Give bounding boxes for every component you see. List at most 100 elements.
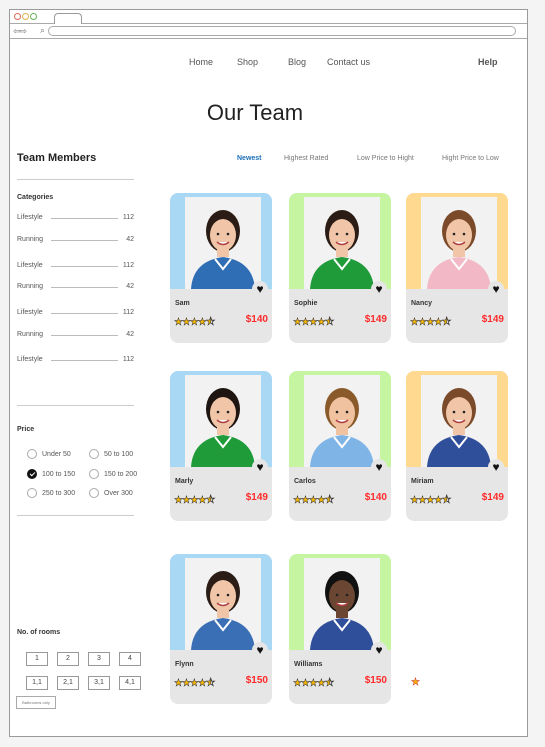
close-window-icon[interactable] bbox=[14, 13, 21, 20]
nav-shop-link[interactable]: Shop bbox=[237, 57, 258, 67]
category-count: 112 bbox=[122, 356, 134, 363]
rating-stars-icon: ★★★★⯪ bbox=[174, 495, 216, 507]
sort-newest[interactable]: Newest bbox=[237, 155, 262, 162]
category-item[interactable]: Running 42 bbox=[17, 331, 134, 341]
member-photo bbox=[421, 375, 497, 467]
radio-icon[interactable] bbox=[27, 488, 37, 498]
member-price: $150 bbox=[245, 675, 268, 686]
room-option-button[interactable]: 1,1 bbox=[26, 676, 48, 690]
person-illustration bbox=[421, 375, 497, 467]
member-photo bbox=[185, 558, 261, 650]
category-item[interactable]: Lifestyle 112 bbox=[17, 309, 134, 319]
team-member-card[interactable]: ♥ Sophie ★★★★⯪ $149 bbox=[289, 193, 391, 343]
radio-icon[interactable] bbox=[27, 449, 37, 459]
room-option-button[interactable]: 2 bbox=[57, 652, 79, 666]
price-option-label: Under 50 bbox=[42, 451, 71, 458]
person-illustration bbox=[304, 558, 380, 650]
member-price: $149 bbox=[481, 492, 504, 503]
rating-stars-icon: ★★★★⯪ bbox=[174, 317, 216, 329]
favorite-heart-icon[interactable]: ♥ bbox=[252, 281, 268, 297]
star-icon: ★ bbox=[411, 677, 420, 689]
team-member-card[interactable]: ♥ Carlos ★★★★⯪ $140 bbox=[289, 371, 391, 521]
nav-contact-link[interactable]: Contact us bbox=[327, 57, 370, 67]
member-photo bbox=[185, 197, 261, 289]
team-member-card[interactable]: ♥ Nancy ★★★★⯪ $149 bbox=[406, 193, 508, 343]
nav-blog-link[interactable]: Blog bbox=[288, 57, 306, 67]
radio-icon[interactable] bbox=[89, 449, 99, 459]
member-price: $140 bbox=[245, 314, 268, 325]
favorite-heart-icon[interactable]: ♥ bbox=[371, 281, 387, 297]
team-member-card[interactable]: ♥ Marly ★★★★⯪ $149 bbox=[170, 371, 272, 521]
favorite-heart-icon[interactable]: ♥ bbox=[252, 459, 268, 475]
member-price: $149 bbox=[364, 314, 387, 325]
favorite-heart-icon[interactable]: ♥ bbox=[488, 459, 504, 475]
nav-home-link[interactable]: Home bbox=[189, 57, 213, 67]
room-option-button[interactable]: 4 bbox=[119, 652, 141, 666]
sort-high-to-low[interactable]: Hight Price to Low bbox=[442, 155, 499, 162]
category-name: Lifestyle bbox=[17, 262, 43, 269]
person-illustration bbox=[421, 197, 497, 289]
minimize-window-icon[interactable] bbox=[22, 13, 29, 20]
category-name: Lifestyle bbox=[17, 356, 43, 363]
member-name: Marly bbox=[175, 478, 194, 485]
room-option-button[interactable]: 2,1 bbox=[57, 676, 79, 690]
rating-stars-icon: ★★★★⯪ bbox=[293, 317, 335, 329]
team-member-card[interactable]: ♥ Sam ★★★★⯪ $140 bbox=[170, 193, 272, 343]
person-illustration bbox=[185, 375, 261, 467]
category-item[interactable]: Lifestyle 112 bbox=[17, 262, 134, 272]
leader-line bbox=[51, 335, 118, 336]
room-option-button[interactable]: 1 bbox=[26, 652, 48, 666]
category-count: 42 bbox=[126, 331, 134, 338]
category-item[interactable]: Running 42 bbox=[17, 236, 134, 246]
back-forward-icon[interactable]: ⇦⇨ bbox=[13, 26, 27, 36]
help-link[interactable]: Help bbox=[478, 57, 498, 67]
maximize-window-icon[interactable] bbox=[30, 13, 37, 20]
team-member-card[interactable]: ♥ Williams ★★★★⯪ $150 bbox=[289, 554, 391, 704]
category-count: 42 bbox=[126, 236, 134, 243]
room-option-button[interactable]: 4,1 bbox=[119, 676, 141, 690]
favorite-heart-icon[interactable]: ♥ bbox=[488, 281, 504, 297]
category-item[interactable]: Running 42 bbox=[17, 283, 134, 293]
rating-stars-icon: ★★★★⯪ bbox=[174, 678, 216, 690]
price-option-label: 150 to 200 bbox=[104, 471, 138, 478]
url-input[interactable] bbox=[48, 26, 516, 36]
person-illustration bbox=[304, 197, 380, 289]
rating-stars-icon: ★★★★⯪ bbox=[293, 678, 335, 690]
category-name: Running bbox=[17, 331, 44, 338]
price-label: Price bbox=[17, 426, 35, 433]
team-member-card[interactable]: ♥ Flynn ★★★★⯪ $150 bbox=[170, 554, 272, 704]
bathrooms-only-button[interactable]: Bathrooms only bbox=[16, 696, 56, 709]
favorite-heart-icon[interactable]: ♥ bbox=[371, 642, 387, 658]
member-name: Williams bbox=[294, 661, 323, 668]
member-photo bbox=[185, 375, 261, 467]
member-price: $140 bbox=[364, 492, 387, 503]
sort-highest-rated[interactable]: Highest Rated bbox=[284, 155, 328, 162]
price-option-label: 50 to 100 bbox=[104, 451, 134, 458]
category-item[interactable]: Lifestyle 112 bbox=[17, 356, 134, 366]
member-name: Sam bbox=[175, 300, 190, 307]
price-option-label: Over 300 bbox=[104, 490, 133, 497]
radio-icon[interactable] bbox=[89, 488, 99, 498]
leader-line bbox=[51, 240, 118, 241]
favorite-heart-icon[interactable]: ♥ bbox=[371, 459, 387, 475]
rating-stars-icon: ★★★★⯪ bbox=[410, 317, 452, 329]
team-member-card[interactable]: ♥ Miriam ★★★★⯪ $149 bbox=[406, 371, 508, 521]
category-name: Lifestyle bbox=[17, 309, 43, 316]
member-photo bbox=[421, 197, 497, 289]
leader-line bbox=[51, 218, 118, 219]
room-option-button[interactable]: 3 bbox=[88, 652, 110, 666]
leader-line bbox=[51, 287, 118, 288]
divider bbox=[17, 405, 134, 406]
person-illustration bbox=[185, 197, 261, 289]
browser-tab[interactable] bbox=[54, 13, 82, 24]
favorite-heart-icon[interactable]: ♥ bbox=[252, 642, 268, 658]
sort-low-to-high[interactable]: Low Price to Hight bbox=[357, 155, 414, 162]
price-option-label: 100 to 150 bbox=[42, 471, 76, 478]
radio-icon[interactable] bbox=[89, 469, 99, 479]
category-count: 112 bbox=[122, 262, 134, 269]
member-name: Flynn bbox=[175, 661, 194, 668]
member-photo bbox=[304, 375, 380, 467]
room-option-button[interactable]: 3,1 bbox=[88, 676, 110, 690]
radio-checked-icon[interactable] bbox=[27, 469, 37, 479]
category-item[interactable]: Lifestyle 112 bbox=[17, 214, 134, 224]
